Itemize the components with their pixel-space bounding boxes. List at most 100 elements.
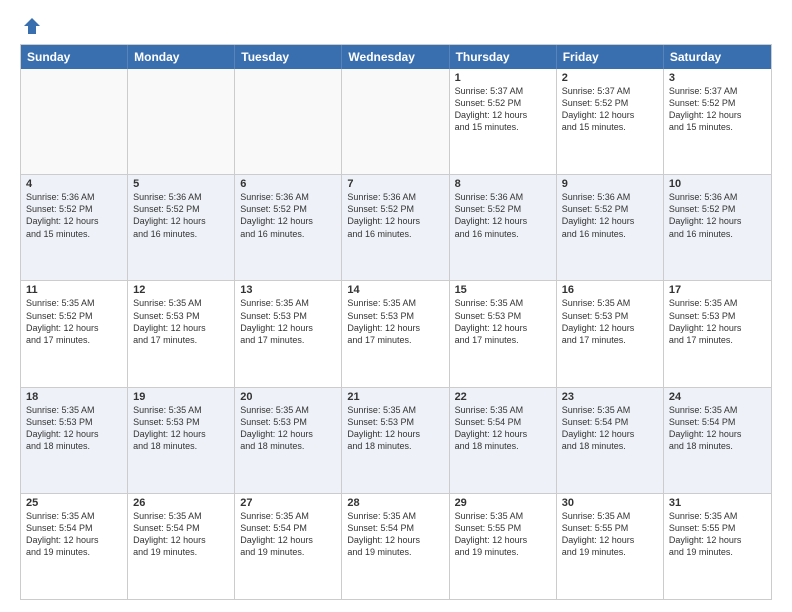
calendar-cell-empty-r0c0 xyxy=(21,69,128,174)
day-number-7: 7 xyxy=(347,178,443,190)
header-day-saturday: Saturday xyxy=(664,45,771,69)
cell-info-27: Sunrise: 5:35 AM Sunset: 5:54 PM Dayligh… xyxy=(240,510,336,559)
calendar-cell-11: 11Sunrise: 5:35 AM Sunset: 5:52 PM Dayli… xyxy=(21,281,128,386)
day-number-22: 22 xyxy=(455,391,551,403)
calendar-cell-23: 23Sunrise: 5:35 AM Sunset: 5:54 PM Dayli… xyxy=(557,388,664,493)
calendar-cell-18: 18Sunrise: 5:35 AM Sunset: 5:53 PM Dayli… xyxy=(21,388,128,493)
calendar-row-4: 18 Sunrise: 5:35 AM Sunset: 5:53 PM Dayli… xyxy=(21,388,771,494)
calendar-cell-6: 6Sunrise: 5:36 AM Sunset: 5:52 PM Daylig… xyxy=(235,175,342,280)
day-number-12: 12 xyxy=(133,284,229,296)
cell-info-24: Sunrise: 5:35 AM Sunset: 5:54 PM Dayligh… xyxy=(669,404,766,453)
day-number-3: 3 xyxy=(669,72,766,84)
calendar-cell-25: 25Sunrise: 5:35 AM Sunset: 5:54 PM Dayli… xyxy=(21,494,128,599)
cell-info-1: Sunrise: 5:37 AM Sunset: 5:52 PM Dayligh… xyxy=(455,85,551,134)
day-number-27: 27 xyxy=(240,497,336,509)
cell-info-16: Sunrise: 5:35 AM Sunset: 5:53 PM Dayligh… xyxy=(562,297,658,346)
cell-info-11: Sunrise: 5:35 AM Sunset: 5:52 PM Dayligh… xyxy=(26,297,122,346)
cell-info-26: Sunrise: 5:35 AM Sunset: 5:54 PM Dayligh… xyxy=(133,510,229,559)
day-number-18: 18 xyxy=(26,391,122,403)
calendar-cell-22: 22Sunrise: 5:35 AM Sunset: 5:54 PM Dayli… xyxy=(450,388,557,493)
cell-info-28: Sunrise: 5:35 AM Sunset: 5:54 PM Dayligh… xyxy=(347,510,443,559)
day-number-9: 9 xyxy=(562,178,658,190)
calendar-cell-5: 5Sunrise: 5:36 AM Sunset: 5:52 PM Daylig… xyxy=(128,175,235,280)
cell-info-4: Sunrise: 5:36 AM Sunset: 5:52 PM Dayligh… xyxy=(26,191,122,240)
cell-info-21: Sunrise: 5:35 AM Sunset: 5:53 PM Dayligh… xyxy=(347,404,443,453)
calendar-cell-4: 4Sunrise: 5:36 AM Sunset: 5:52 PM Daylig… xyxy=(21,175,128,280)
calendar-row-3: 11Sunrise: 5:35 AM Sunset: 5:52 PM Dayli… xyxy=(21,281,771,387)
day-number-31: 31 xyxy=(669,497,766,509)
cell-info-15: Sunrise: 5:35 AM Sunset: 5:53 PM Dayligh… xyxy=(455,297,551,346)
calendar-cell-28: 28Sunrise: 5:35 AM Sunset: 5:54 PM Dayli… xyxy=(342,494,449,599)
day-number-1: 1 xyxy=(455,72,551,84)
cell-info-3: Sunrise: 5:37 AM Sunset: 5:52 PM Dayligh… xyxy=(669,85,766,134)
cell-info-31: Sunrise: 5:35 AM Sunset: 5:55 PM Dayligh… xyxy=(669,510,766,559)
day-number-19: 19 xyxy=(133,391,229,403)
day-number-4: 4 xyxy=(26,178,122,190)
cell-info-2: Sunrise: 5:37 AM Sunset: 5:52 PM Dayligh… xyxy=(562,85,658,134)
day-number-30: 30 xyxy=(562,497,658,509)
cell-info-7: Sunrise: 5:36 AM Sunset: 5:52 PM Dayligh… xyxy=(347,191,443,240)
page: SundayMondayTuesdayWednesdayThursdayFrid… xyxy=(0,0,792,612)
header xyxy=(20,16,772,36)
calendar-cell-21: 21Sunrise: 5:35 AM Sunset: 5:53 PM Dayli… xyxy=(342,388,449,493)
day-number-11: 11 xyxy=(26,284,122,296)
logo-icon xyxy=(22,16,42,36)
header-day-sunday: Sunday xyxy=(21,45,128,69)
calendar-cell-31: 31Sunrise: 5:35 AM Sunset: 5:55 PM Dayli… xyxy=(664,494,771,599)
cell-info-30: Sunrise: 5:35 AM Sunset: 5:55 PM Dayligh… xyxy=(562,510,658,559)
calendar-cell-17: 17Sunrise: 5:35 AM Sunset: 5:53 PM Dayli… xyxy=(664,281,771,386)
header-day-tuesday: Tuesday xyxy=(235,45,342,69)
cell-info-17: Sunrise: 5:35 AM Sunset: 5:53 PM Dayligh… xyxy=(669,297,766,346)
cell-info-13: Sunrise: 5:35 AM Sunset: 5:53 PM Dayligh… xyxy=(240,297,336,346)
calendar-row-5: 25Sunrise: 5:35 AM Sunset: 5:54 PM Dayli… xyxy=(21,494,771,599)
day-number-28: 28 xyxy=(347,497,443,509)
calendar-cell-15: 15Sunrise: 5:35 AM Sunset: 5:53 PM Dayli… xyxy=(450,281,557,386)
day-number-25: 25 xyxy=(26,497,122,509)
cell-info-23: Sunrise: 5:35 AM Sunset: 5:54 PM Dayligh… xyxy=(562,404,658,453)
cell-info-5: Sunrise: 5:36 AM Sunset: 5:52 PM Dayligh… xyxy=(133,191,229,240)
day-number-16: 16 xyxy=(562,284,658,296)
day-number-15: 15 xyxy=(455,284,551,296)
day-number-13: 13 xyxy=(240,284,336,296)
calendar-cell-29: 29Sunrise: 5:35 AM Sunset: 5:55 PM Dayli… xyxy=(450,494,557,599)
calendar-cell-10: 10Sunrise: 5:36 AM Sunset: 5:52 PM Dayli… xyxy=(664,175,771,280)
calendar-cell-empty-r0c1 xyxy=(128,69,235,174)
calendar-cell-7: 7Sunrise: 5:36 AM Sunset: 5:52 PM Daylig… xyxy=(342,175,449,280)
cell-info-9: Sunrise: 5:36 AM Sunset: 5:52 PM Dayligh… xyxy=(562,191,658,240)
calendar-cell-14: 14Sunrise: 5:35 AM Sunset: 5:53 PM Dayli… xyxy=(342,281,449,386)
calendar-body: 1Sunrise: 5:37 AM Sunset: 5:52 PM Daylig… xyxy=(21,69,771,599)
calendar: SundayMondayTuesdayWednesdayThursdayFrid… xyxy=(21,45,771,599)
logo xyxy=(20,16,42,36)
cell-info-29: Sunrise: 5:35 AM Sunset: 5:55 PM Dayligh… xyxy=(455,510,551,559)
calendar-cell-19: 19Sunrise: 5:35 AM Sunset: 5:53 PM Dayli… xyxy=(128,388,235,493)
day-number-20: 20 xyxy=(240,391,336,403)
day-number-2: 2 xyxy=(562,72,658,84)
cell-info-25: Sunrise: 5:35 AM Sunset: 5:54 PM Dayligh… xyxy=(26,510,122,559)
calendar-cell-16: 16Sunrise: 5:35 AM Sunset: 5:53 PM Dayli… xyxy=(557,281,664,386)
calendar-cell-24: 24Sunrise: 5:35 AM Sunset: 5:54 PM Dayli… xyxy=(664,388,771,493)
calendar-cell-8: 8Sunrise: 5:36 AM Sunset: 5:52 PM Daylig… xyxy=(450,175,557,280)
day-number-21: 21 xyxy=(347,391,443,403)
calendar-header: SundayMondayTuesdayWednesdayThursdayFrid… xyxy=(21,45,771,69)
cell-info-12: Sunrise: 5:35 AM Sunset: 5:53 PM Dayligh… xyxy=(133,297,229,346)
day-number-10: 10 xyxy=(669,178,766,190)
day-number-26: 26 xyxy=(133,497,229,509)
cell-info-8: Sunrise: 5:36 AM Sunset: 5:52 PM Dayligh… xyxy=(455,191,551,240)
day-number-6: 6 xyxy=(240,178,336,190)
calendar-cell-3: 3Sunrise: 5:37 AM Sunset: 5:52 PM Daylig… xyxy=(664,69,771,174)
calendar-cell-9: 9Sunrise: 5:36 AM Sunset: 5:52 PM Daylig… xyxy=(557,175,664,280)
cell-info-19: Sunrise: 5:35 AM Sunset: 5:53 PM Dayligh… xyxy=(133,404,229,453)
calendar-row-1: 1Sunrise: 5:37 AM Sunset: 5:52 PM Daylig… xyxy=(21,69,771,175)
calendar-cell-26: 26Sunrise: 5:35 AM Sunset: 5:54 PM Dayli… xyxy=(128,494,235,599)
day-number-29: 29 xyxy=(455,497,551,509)
calendar-cell-2: 2Sunrise: 5:37 AM Sunset: 5:52 PM Daylig… xyxy=(557,69,664,174)
calendar-cell-12: 12Sunrise: 5:35 AM Sunset: 5:53 PM Dayli… xyxy=(128,281,235,386)
cell-info-22: Sunrise: 5:35 AM Sunset: 5:54 PM Dayligh… xyxy=(455,404,551,453)
cell-info-14: Sunrise: 5:35 AM Sunset: 5:53 PM Dayligh… xyxy=(347,297,443,346)
calendar-cell-1: 1Sunrise: 5:37 AM Sunset: 5:52 PM Daylig… xyxy=(450,69,557,174)
cell-info-20: Sunrise: 5:35 AM Sunset: 5:53 PM Dayligh… xyxy=(240,404,336,453)
header-day-monday: Monday xyxy=(128,45,235,69)
calendar-cell-13: 13Sunrise: 5:35 AM Sunset: 5:53 PM Dayli… xyxy=(235,281,342,386)
day-number-14: 14 xyxy=(347,284,443,296)
calendar-cell-30: 30Sunrise: 5:35 AM Sunset: 5:55 PM Dayli… xyxy=(557,494,664,599)
